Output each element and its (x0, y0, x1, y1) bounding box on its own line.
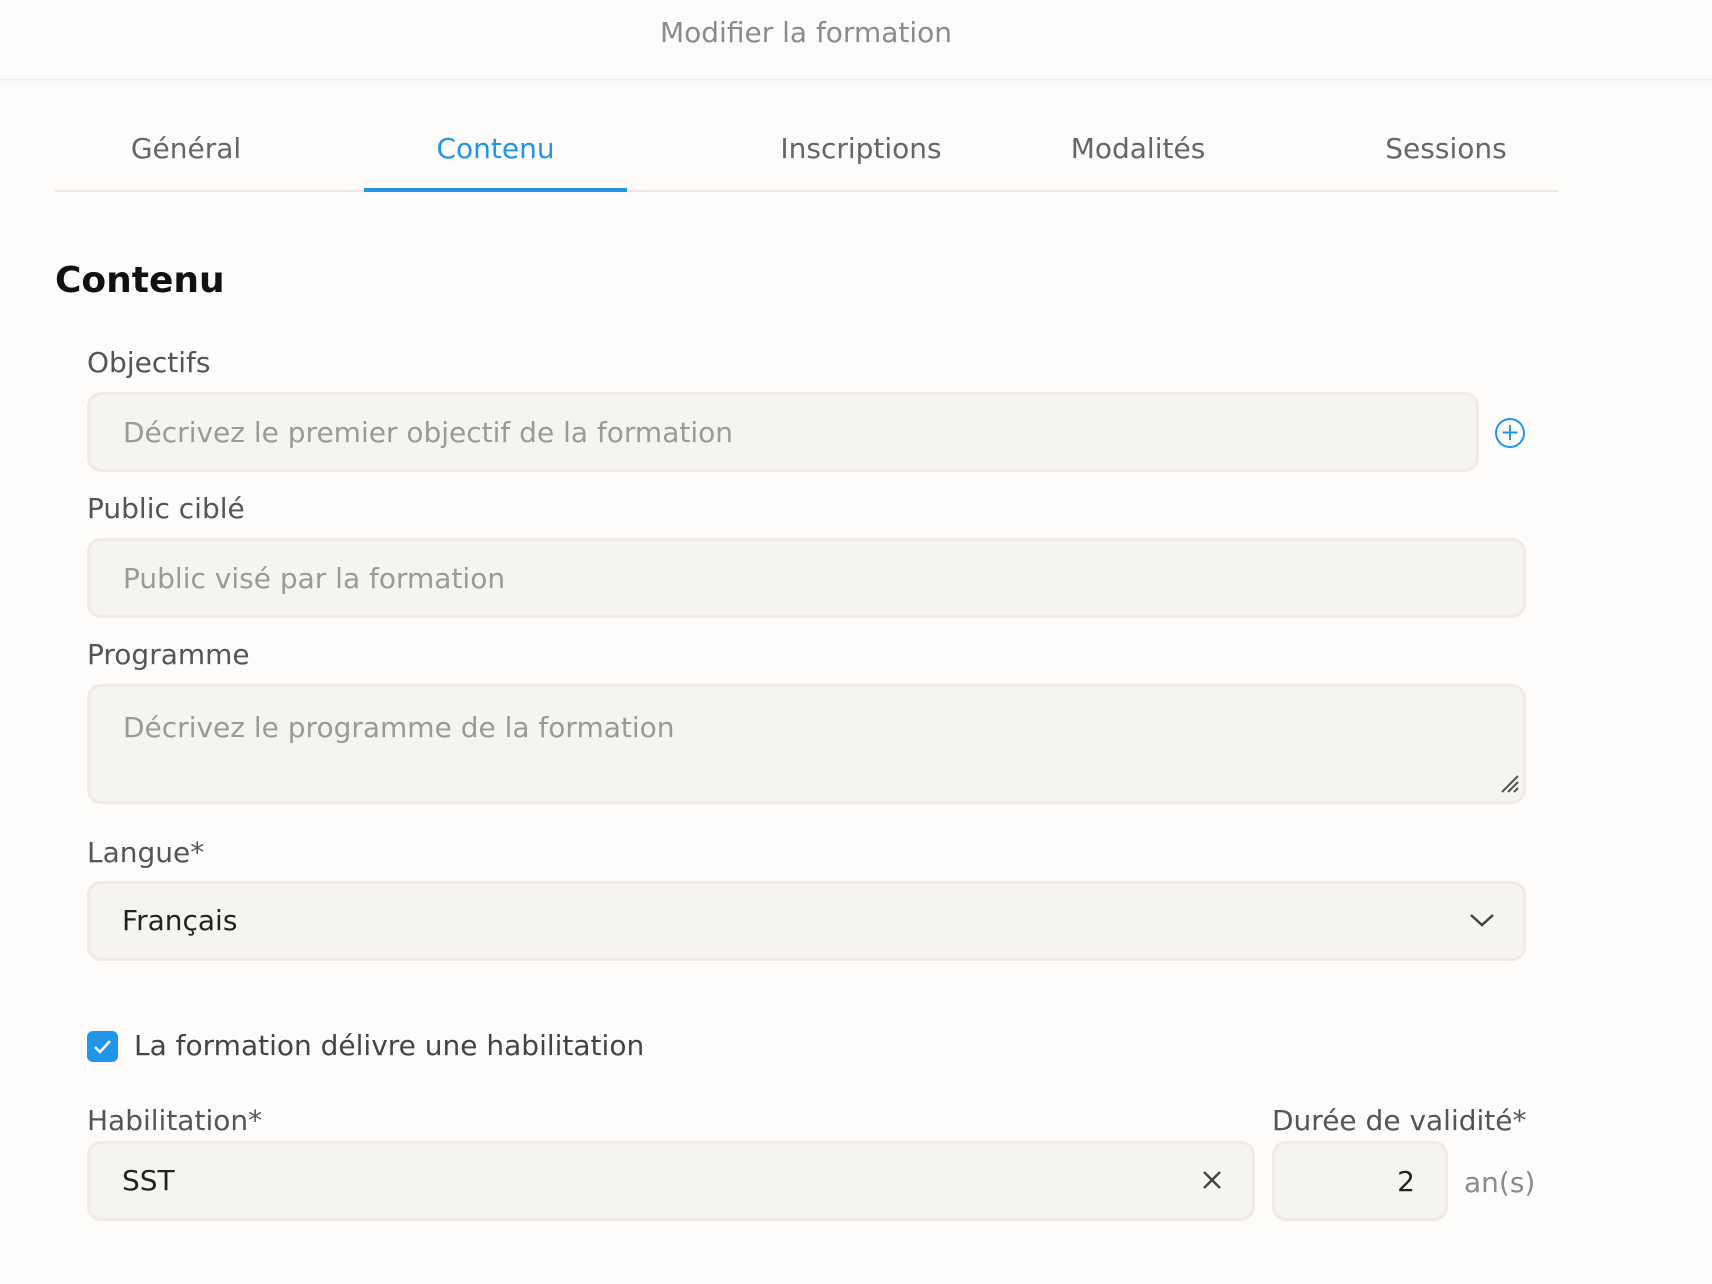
programme-textarea[interactable] (87, 684, 1526, 804)
programme-label: Programme (87, 638, 250, 671)
habilitation-label: Habilitation* (87, 1104, 263, 1137)
close-icon[interactable] (1200, 1168, 1224, 1192)
tab-sessions[interactable]: Sessions (1300, 100, 1592, 192)
tab-general[interactable]: Général (55, 100, 317, 192)
objectifs-input[interactable] (87, 392, 1479, 472)
check-icon (94, 1040, 111, 1054)
public-input[interactable] (87, 538, 1526, 618)
habilitation-input[interactable] (87, 1141, 1255, 1221)
public-label: Public ciblé (87, 492, 245, 525)
duree-value: 2 (1397, 1165, 1415, 1198)
top-bar: Modifier la formation (0, 0, 1712, 80)
duree-label: Durée de validité* (1272, 1104, 1527, 1137)
langue-value: Français (122, 904, 238, 937)
tab-bar: Général Contenu Inscriptions Modalités S… (55, 100, 1558, 192)
tab-contenu[interactable]: Contenu (364, 100, 627, 192)
langue-label: Langue* (87, 836, 205, 869)
langue-select[interactable] (87, 881, 1526, 961)
habilitation-checkbox[interactable] (87, 1031, 118, 1062)
habilitation-value: SST (122, 1164, 175, 1197)
resize-handle-icon[interactable] (1498, 772, 1520, 794)
duree-unit: an(s) (1464, 1166, 1536, 1199)
objectifs-label: Objectifs (87, 346, 211, 379)
chevron-down-icon[interactable] (1468, 910, 1496, 930)
plus-circle-icon[interactable]: + (1495, 418, 1525, 448)
tab-modalites[interactable]: Modalités (992, 100, 1284, 192)
page-title: Modifier la formation (659, 16, 953, 49)
habilitation-checkbox-label: La formation délivre une habilitation (134, 1029, 645, 1062)
section-title: Contenu (55, 260, 225, 301)
